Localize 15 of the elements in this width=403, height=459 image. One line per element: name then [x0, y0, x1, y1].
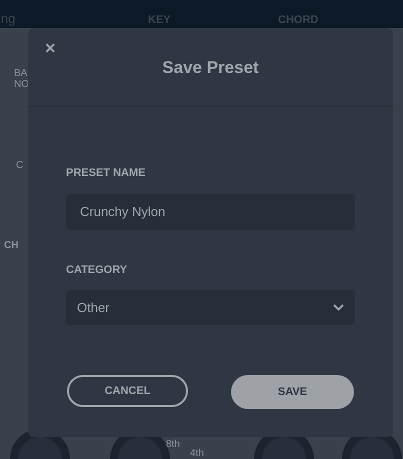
- field-label: PRESET NAME: [66, 166, 146, 181]
- side-label: C: [16, 159, 24, 173]
- chevron-down-icon: [333, 304, 344, 311]
- category-select[interactable]: Other: [66, 290, 355, 325]
- dialog-title: Save Preset: [162, 57, 259, 80]
- field-label: CATEGORY: [66, 262, 128, 278]
- preset-name-field[interactable]: Crunchy Nylon: [66, 194, 355, 230]
- cancel-button[interactable]: CANCEL: [67, 375, 188, 407]
- knob-label: 4th: [190, 447, 204, 459]
- side-label: BA: [14, 68, 28, 79]
- close-button[interactable]: ×: [45, 39, 56, 57]
- save-button[interactable]: SAVE: [231, 375, 354, 409]
- side-label: NO: [14, 79, 29, 90]
- knob-label: 8th: [166, 438, 180, 452]
- side-label: CH: [4, 239, 18, 253]
